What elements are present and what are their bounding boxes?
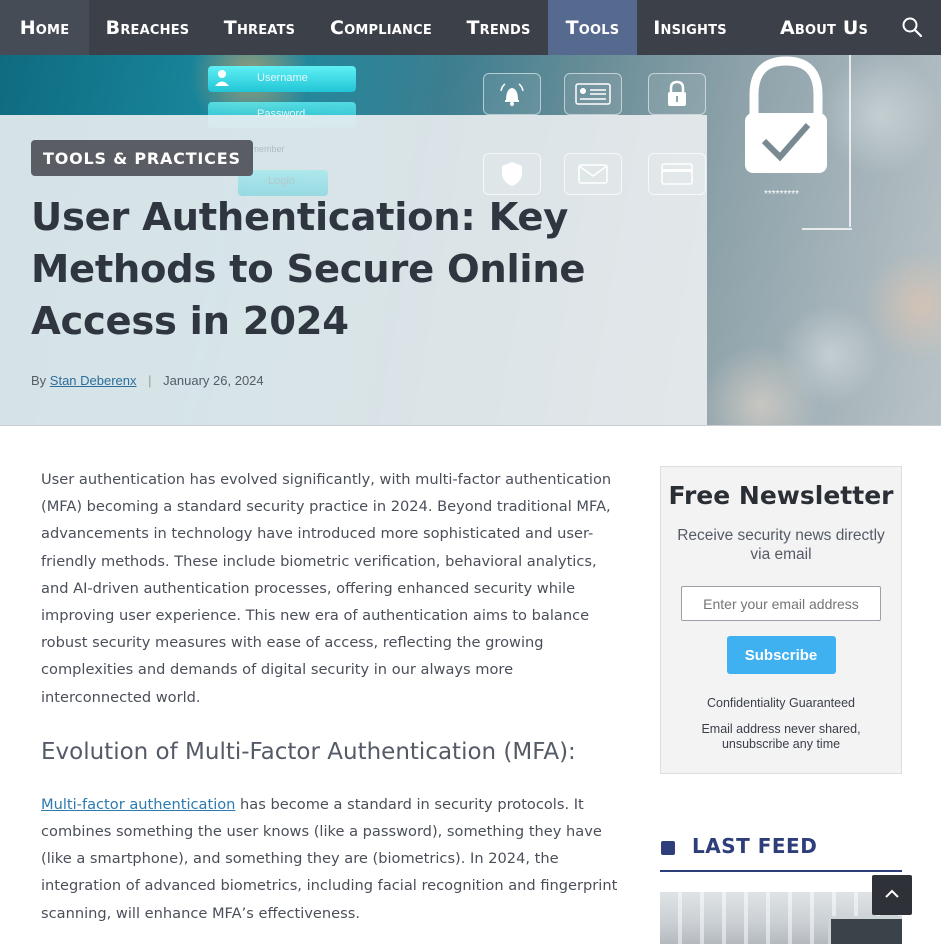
main-nav: Home Breaches Threats Compliance Trends … [0, 0, 941, 55]
subscribe-button[interactable]: Subscribe [726, 636, 836, 674]
scroll-to-top-button[interactable] [872, 875, 912, 915]
mfa-link[interactable]: Multi-factor authentication [41, 796, 235, 813]
byline: By Stan Deberenx | January 26, 2024 [31, 373, 264, 388]
hero-login-text: Login [268, 175, 295, 187]
publish-date: January 26, 2024 [163, 373, 264, 388]
nav-item-trends[interactable]: Trends [449, 0, 548, 55]
nav-item-breaches[interactable]: Breaches [89, 0, 206, 55]
bell-icon [483, 73, 541, 115]
hero-banner: Username Password ********* Login Rememb… [0, 55, 941, 425]
newsletter-title: Free Newsletter [668, 481, 894, 510]
nav-item-insights[interactable]: Insights [637, 0, 743, 55]
article-paragraph-text: has become a standard in security protoc… [41, 795, 618, 922]
email-input[interactable] [681, 586, 881, 621]
search-icon[interactable] [901, 16, 923, 38]
hero-divider [0, 425, 941, 426]
page-title: User Authentication: Key Methods to Secu… [31, 195, 586, 344]
confidentiality-note: Confidentiality Guaranteed [706, 696, 855, 710]
padlock-check-icon [742, 55, 854, 238]
nav-item-compliance[interactable]: Compliance [313, 0, 449, 55]
article-intro-paragraph: User authentication has evolved signific… [41, 471, 612, 706]
credit-card-icon [648, 153, 706, 195]
byline-separator: | [148, 373, 152, 388]
shield-icon [483, 153, 541, 195]
hero-username-text: Username [257, 72, 308, 84]
newsletter-subtitle: Receive security news directly via email [677, 527, 885, 563]
chevron-up-icon [884, 886, 900, 904]
article-paragraph: Multi-factor authentication has become a… [41, 791, 621, 927]
user-icon [214, 69, 230, 92]
author-link[interactable]: Stan Deberenx [50, 373, 137, 388]
newsletter-widget: Free Newsletter Receive security news di… [660, 466, 902, 774]
nav-item-threats[interactable]: Threats [206, 0, 313, 55]
privacy-note: Email address never shared, unsubscribe … [701, 722, 861, 751]
feed-thumbnail-monitor [828, 916, 902, 944]
hero-masked-password-text: ********* [764, 189, 800, 200]
category-tag[interactable]: TOOLS & PRACTICES [31, 140, 253, 176]
byline-prefix: By [31, 373, 47, 388]
feed-thumbnail[interactable] [660, 892, 902, 944]
mail-icon [564, 153, 622, 195]
last-feed-header: LAST FEED [660, 834, 902, 872]
nav-item-about-us[interactable]: About Us [743, 0, 905, 55]
last-feed-title: LAST FEED [692, 834, 818, 858]
nav-item-home[interactable]: Home [0, 0, 89, 55]
lock-icon [648, 73, 706, 115]
section-heading: Evolution of Multi-Factor Authentication… [41, 738, 576, 765]
nav-item-tools[interactable]: Tools [548, 0, 637, 55]
feed-square-icon [661, 841, 675, 855]
id-card-icon [564, 73, 622, 115]
article-body: User authentication has evolved signific… [41, 466, 621, 927]
